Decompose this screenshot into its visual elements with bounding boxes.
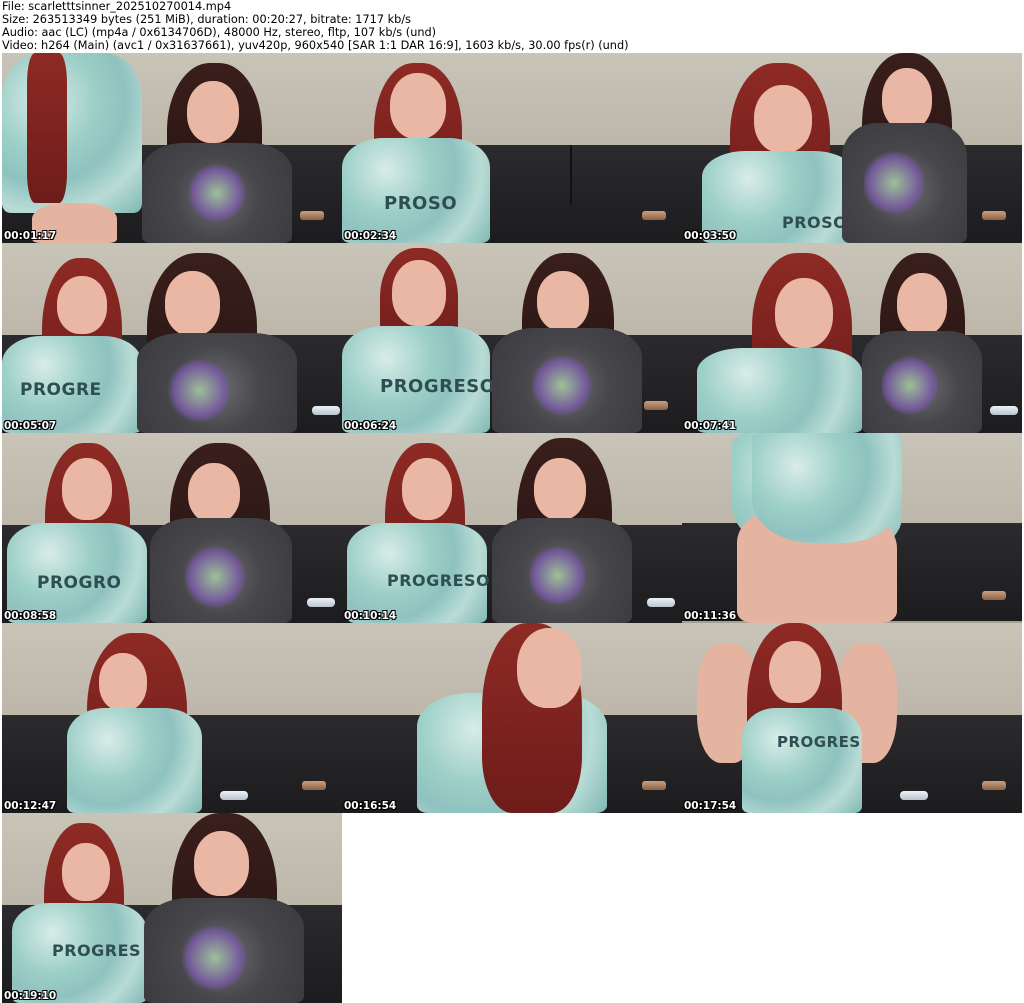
thumbnail-4[interactable]: PROGRE 00:05:07 xyxy=(2,243,342,433)
thumbnail-timestamp: 00:08:58 xyxy=(4,610,57,622)
person-standing-blurred xyxy=(2,53,142,243)
person-dark-hair xyxy=(862,253,982,433)
person-red-hair: PROGRE xyxy=(2,258,142,433)
jar-on-table xyxy=(302,781,326,790)
thumbnail-timestamp: 00:05:07 xyxy=(4,420,57,432)
shirt-print-text: PROGRES xyxy=(52,941,142,960)
person-red-hair: PROSO xyxy=(342,63,492,243)
person-dark-hair xyxy=(492,438,632,623)
thumbnail-2[interactable]: PROSO 00:02:34 xyxy=(342,53,682,243)
jar-on-table xyxy=(982,211,1006,220)
thumbnail-10[interactable]: 00:12:47 xyxy=(2,623,342,813)
thumbnail-3[interactable]: PROSO 00:03:50 xyxy=(682,53,1022,243)
video-info-line: Video: h264 (Main) (avc1 / 0x31637661), … xyxy=(2,39,629,52)
shirt-print-text: PROGRESO xyxy=(387,571,491,590)
shirt-print-text: PROGRESO xyxy=(380,376,496,397)
person-red-hair xyxy=(67,633,202,813)
thumbnail-11[interactable]: 00:16:54 xyxy=(342,623,682,813)
thumbnail-timestamp: 00:10:14 xyxy=(344,610,397,622)
thumbnail-timestamp: 00:06:24 xyxy=(344,420,397,432)
thumbnail-timestamp: 00:12:47 xyxy=(4,800,57,812)
jar-on-table xyxy=(982,781,1006,790)
thumbnail-timestamp: 00:01:17 xyxy=(4,230,57,242)
person-dark-hair xyxy=(144,813,304,1003)
thumbnail-timestamp: 00:03:50 xyxy=(684,230,737,242)
thumbnail-9[interactable]: 00:11:36 xyxy=(682,433,1022,623)
jar-on-table xyxy=(642,781,666,790)
person-dark-hair xyxy=(137,253,297,433)
water-bottle xyxy=(307,598,335,607)
shirt-print-text: PROGRE xyxy=(20,380,102,400)
person-red-hair: PROSO xyxy=(702,63,857,243)
file-name-line: File: scarletttsinner_202510270014.mp4 xyxy=(2,0,232,13)
thumbnail-timestamp: 00:16:54 xyxy=(344,800,397,812)
water-bottle xyxy=(220,791,248,800)
thumbnail-timestamp: 00:19:10 xyxy=(4,990,57,1002)
thumbnail-13[interactable]: PROGRES 00:19:10 xyxy=(2,813,342,1003)
jar-on-table xyxy=(642,211,666,220)
person-red-hair xyxy=(417,623,607,813)
thumbnail-6[interactable]: 00:07:41 xyxy=(682,243,1022,433)
person-red-hair: PROGRES xyxy=(12,823,147,1003)
thumbnail-7[interactable]: PROGRO 00:08:58 xyxy=(2,433,342,623)
thumbnail-12[interactable]: PROGRES 00:17:54 xyxy=(682,623,1022,813)
file-size-line: Size: 263513349 bytes (251 MiB), duratio… xyxy=(2,13,412,26)
thumbnail-5[interactable]: PROGRESO 00:06:24 xyxy=(342,243,682,433)
jar-on-table xyxy=(644,401,668,410)
thumbnail-timestamp: 00:02:34 xyxy=(344,230,397,242)
thumbnail-grid: 00:01:17 PROSO 00:02:34 PROSO 00:03:50 P… xyxy=(2,53,1022,1003)
water-bottle xyxy=(900,791,928,800)
water-bottle xyxy=(647,598,675,607)
person-red-hair-arms-raised: PROGRES xyxy=(697,623,897,813)
person-red-hair: PROGRO xyxy=(7,443,147,623)
thumbnail-timestamp: 00:07:41 xyxy=(684,420,737,432)
water-bottle xyxy=(990,406,1018,415)
shirt-print-text: PROSO xyxy=(384,193,458,214)
person-standing-close xyxy=(732,433,902,623)
thumbnail-1[interactable]: 00:01:17 xyxy=(2,53,342,243)
thumbnail-8[interactable]: PROGRESO 00:10:14 xyxy=(342,433,682,623)
person-red-hair: PROGRESO xyxy=(342,248,495,433)
water-bottle xyxy=(312,406,340,415)
shirt-print-text: PROGRES xyxy=(777,733,861,751)
person-dark-hair xyxy=(842,53,967,243)
file-info-header: File: scarletttsinner_202510270014.mp4 S… xyxy=(2,0,1022,52)
jar-on-table xyxy=(300,211,324,220)
thumbnail-timestamp: 00:17:54 xyxy=(684,800,737,812)
shirt-print-text: PROGRO xyxy=(37,573,122,593)
person-dark-hair xyxy=(142,63,292,243)
shirt-print-text: PROSO xyxy=(782,213,848,232)
audio-info-line: Audio: aac (LC) (mp4a / 0x6134706D), 480… xyxy=(2,26,437,39)
person-red-hair: PROGRESO xyxy=(347,443,491,623)
person-dark-hair xyxy=(492,253,642,433)
jar-on-table xyxy=(982,591,1006,600)
person-red-hair xyxy=(697,253,862,433)
thumbnail-timestamp: 00:11:36 xyxy=(684,610,737,622)
person-dark-hair xyxy=(150,443,292,623)
